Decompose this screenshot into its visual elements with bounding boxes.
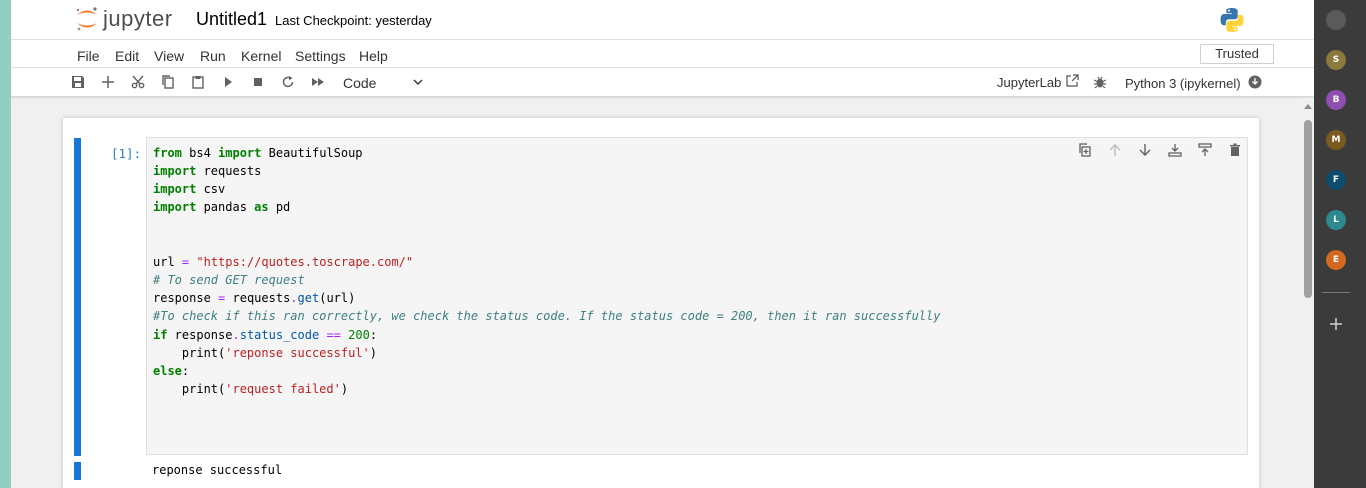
menu-kernel[interactable]: Kernel xyxy=(241,48,281,64)
add-icon[interactable] xyxy=(1328,316,1344,332)
cut-icon[interactable] xyxy=(130,74,146,90)
move-down-icon[interactable] xyxy=(1137,142,1153,158)
menu-bar: File Edit View Run Kernel Settings Help … xyxy=(11,40,1314,68)
menu-view[interactable]: View xyxy=(154,48,184,64)
notebook-panel: [1]: from bs4 import BeautifulSoup impor… xyxy=(63,118,1259,488)
duplicate-icon[interactable] xyxy=(1077,142,1093,158)
logo-text: jupyter xyxy=(103,6,173,31)
notebook-toolbar: Code JupyterLab Python 3 (ipykernel) xyxy=(11,68,1314,97)
execution-prompt: [1]: xyxy=(111,146,142,161)
header: jupyter Untitled1 Last Checkpoint: yeste… xyxy=(11,0,1314,40)
notebook-window: jupyter Untitled1 Last Checkpoint: yeste… xyxy=(10,0,1314,488)
scrollbar[interactable] xyxy=(1301,98,1314,488)
copy-icon[interactable] xyxy=(160,74,176,90)
avatar[interactable]: F xyxy=(1326,170,1346,190)
menu-settings[interactable]: Settings xyxy=(295,48,346,64)
scroll-thumb[interactable] xyxy=(1304,120,1312,298)
external-link-icon[interactable] xyxy=(1065,74,1079,88)
fast-forward-icon[interactable] xyxy=(310,74,326,90)
chevron-down-icon xyxy=(413,79,423,85)
checkpoint-status: Last Checkpoint: yesterday xyxy=(275,13,432,28)
insert-above-icon[interactable] xyxy=(1197,142,1213,158)
code-editor[interactable]: from bs4 import BeautifulSoup import req… xyxy=(146,137,1248,455)
menu-file[interactable]: File xyxy=(77,48,100,64)
avatar[interactable]: S xyxy=(1326,50,1346,70)
trusted-indicator[interactable]: Trusted xyxy=(1200,44,1274,64)
python-logo-icon xyxy=(1220,8,1244,32)
paste-icon[interactable] xyxy=(190,74,206,90)
notebook-title[interactable]: Untitled1 xyxy=(196,9,267,30)
kernel-name[interactable]: Python 3 (ipykernel) xyxy=(1125,76,1241,91)
jupyterlab-link[interactable]: JupyterLab xyxy=(997,75,1061,90)
run-icon[interactable] xyxy=(220,74,236,90)
cell-output: reponse successful xyxy=(152,463,283,477)
delete-icon[interactable] xyxy=(1227,142,1243,158)
avatar[interactable]: B xyxy=(1326,90,1346,110)
avatar[interactable]: M xyxy=(1326,130,1346,150)
restart-icon[interactable] xyxy=(280,74,296,90)
avatar[interactable]: L xyxy=(1326,210,1346,230)
avatar[interactable] xyxy=(1326,10,1346,30)
jupyter-logo-icon xyxy=(76,7,97,31)
save-icon[interactable] xyxy=(70,74,86,90)
avatar[interactable]: E xyxy=(1326,250,1346,270)
right-sidebar: S B M F L E xyxy=(1314,0,1366,488)
insert-below-icon[interactable] xyxy=(1167,142,1183,158)
cell-type-select[interactable]: Code xyxy=(343,75,425,91)
cell-type-value: Code xyxy=(343,75,377,91)
stop-icon[interactable] xyxy=(250,74,266,90)
scroll-up-icon[interactable] xyxy=(1303,102,1313,110)
debugger-bug-icon[interactable] xyxy=(1093,75,1107,89)
menu-run[interactable]: Run xyxy=(200,48,226,64)
input-collapser[interactable] xyxy=(74,138,81,456)
add-icon[interactable] xyxy=(100,74,116,90)
menu-edit[interactable]: Edit xyxy=(115,48,139,64)
menu-help[interactable]: Help xyxy=(359,48,388,64)
output-collapser[interactable] xyxy=(74,462,81,480)
kernel-status-icon xyxy=(1248,75,1262,89)
move-up-icon[interactable] xyxy=(1107,142,1123,158)
sidebar-divider xyxy=(1322,292,1350,293)
code-content[interactable]: from bs4 import BeautifulSoup import req… xyxy=(153,144,940,398)
jupyter-logo[interactable]: jupyter xyxy=(75,4,185,34)
